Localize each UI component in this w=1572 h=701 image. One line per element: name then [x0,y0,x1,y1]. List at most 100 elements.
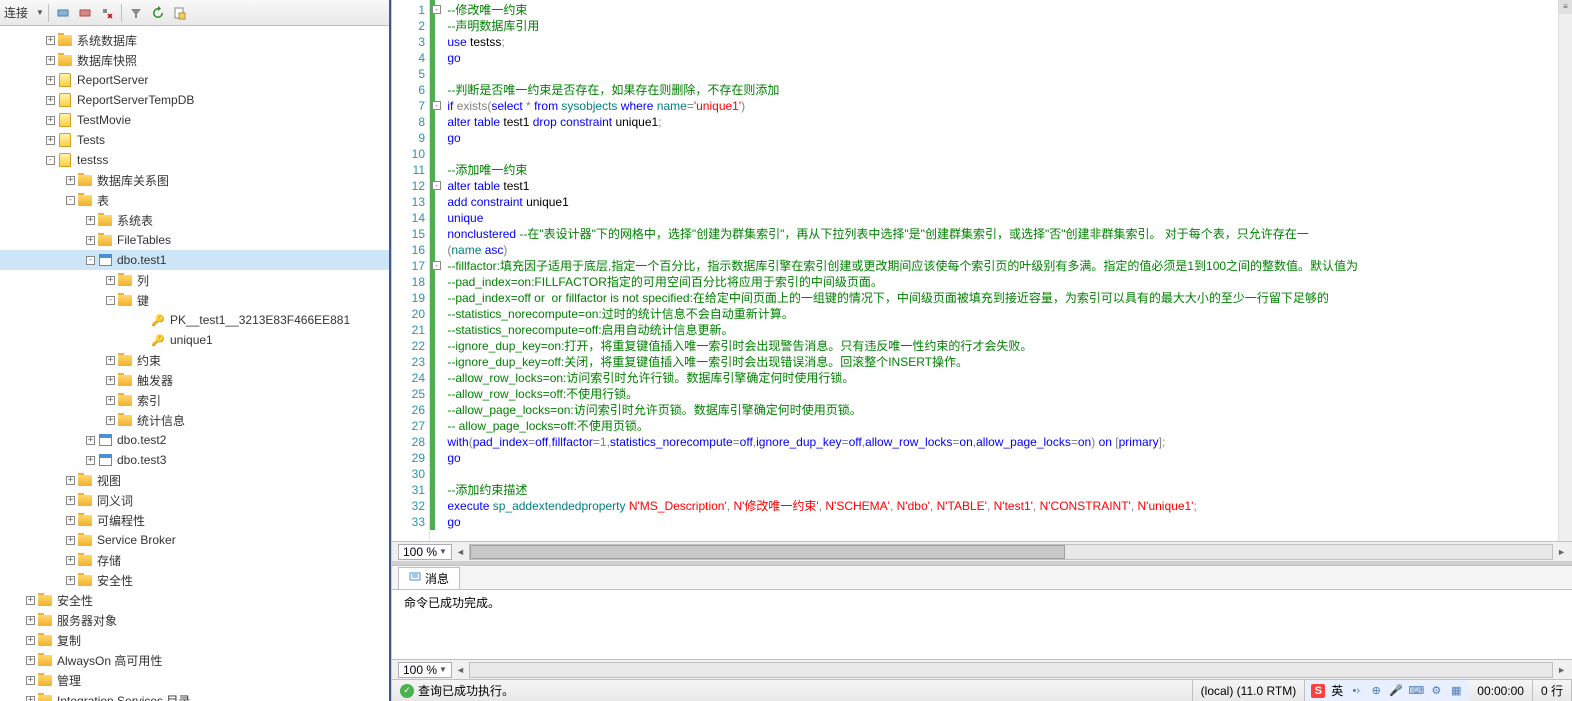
object-explorer-tree[interactable]: +系统数据库+数据库快照+ReportServer+ReportServerTe… [0,26,389,701]
tree-node[interactable]: +AlwaysOn 高可用性 [0,650,389,670]
expand-toggle[interactable]: + [66,576,75,585]
messages-tab[interactable]: 消息 [398,567,460,589]
expand-toggle[interactable]: + [46,56,55,65]
ime-menu-icon[interactable]: ▦ [1449,684,1463,698]
expand-toggle[interactable]: + [86,236,95,245]
ime-mic-icon[interactable]: 🎤 [1389,684,1403,698]
expand-toggle[interactable]: - [66,196,75,205]
zoom-combo[interactable]: 100 %▼ [398,544,452,560]
tree-node[interactable]: +数据库关系图 [0,170,389,190]
tree-node[interactable]: 🔑unique1 [0,330,389,350]
expand-toggle[interactable]: + [106,276,115,285]
scroll-split-icon[interactable]: ≡ [1559,0,1572,14]
tree-node[interactable]: +ReportServer [0,70,389,90]
tree-node[interactable]: -testss [0,150,389,170]
tree-node[interactable]: -表 [0,190,389,210]
code-editor[interactable]: --修改唯一约束 --声明数据库引用 use testss; go --判断是否… [444,0,1558,541]
expand-toggle[interactable]: + [46,96,55,105]
tree-node[interactable]: +dbo.test2 [0,430,389,450]
expand-toggle[interactable]: - [106,296,115,305]
tree-node[interactable]: +ReportServerTempDB [0,90,389,110]
tree-node[interactable]: +列 [0,270,389,290]
tree-node[interactable]: +触发器 [0,370,389,390]
tree-node[interactable]: +存储 [0,550,389,570]
tree-node[interactable]: +安全性 [0,590,389,610]
expand-toggle[interactable]: + [106,396,115,405]
scroll-right-icon[interactable]: ► [1557,665,1566,675]
tree-node[interactable]: -dbo.test1 [0,250,389,270]
zoom-combo-messages[interactable]: 100 %▼ [398,662,452,678]
ime-keyboard-icon[interactable]: ⌨ [1409,684,1423,698]
ime-full-half-icon[interactable]: •› [1349,684,1363,698]
expand-toggle[interactable]: + [46,116,55,125]
tree-node[interactable]: +服务器对象 [0,610,389,630]
expand-toggle[interactable]: + [26,636,35,645]
ime-settings-icon[interactable]: ⚙ [1429,684,1443,698]
disconnect-icon[interactable] [53,3,73,23]
expand-toggle[interactable]: + [66,476,75,485]
expand-toggle[interactable]: + [66,176,75,185]
expand-toggle[interactable]: + [66,516,75,525]
expand-toggle[interactable]: + [26,656,35,665]
expand-toggle[interactable]: + [26,596,35,605]
fold-toggle[interactable]: - [432,181,441,190]
tree-node[interactable]: +管理 [0,670,389,690]
expand-toggle[interactable]: + [46,76,55,85]
scroll-left-icon[interactable]: ◄ [456,665,465,675]
stop-icon[interactable] [75,3,95,23]
expand-toggle[interactable]: - [46,156,55,165]
scrollbar-thumb[interactable] [470,545,1065,559]
tree-node[interactable]: +Tests [0,130,389,150]
ime-globe-icon[interactable]: ⊕ [1369,684,1383,698]
expand-toggle[interactable]: + [26,676,35,685]
tree-node[interactable]: +可编程性 [0,510,389,530]
tree-node[interactable]: +Service Broker [0,530,389,550]
connect-label[interactable]: 连接 [4,4,28,21]
script-icon[interactable] [170,3,190,23]
ime-bar[interactable]: S 英 •› ⊕ 🎤 ⌨ ⚙ ▦ [1305,680,1469,701]
tree-node[interactable]: +索引 [0,390,389,410]
connect-dropdown-icon[interactable]: ▼ [36,8,44,17]
expand-toggle[interactable]: + [66,496,75,505]
horizontal-scrollbar[interactable] [469,544,1553,560]
expand-toggle[interactable]: + [106,376,115,385]
refresh-icon[interactable] [148,3,168,23]
expand-toggle[interactable]: + [86,216,95,225]
scroll-left-icon[interactable]: ◄ [456,547,465,557]
expand-toggle[interactable]: + [26,696,35,701]
vertical-scrollbar[interactable]: ≡ [1558,0,1572,541]
tree-node[interactable]: +约束 [0,350,389,370]
filter-icon[interactable] [126,3,146,23]
messages-body[interactable]: 命令已成功完成。 [392,589,1572,659]
expand-toggle[interactable]: + [106,356,115,365]
expand-toggle[interactable]: + [86,456,95,465]
tree-node[interactable]: +统计信息 [0,410,389,430]
expand-toggle[interactable]: + [106,416,115,425]
scroll-right-icon[interactable]: ► [1557,547,1566,557]
expand-toggle[interactable]: + [66,556,75,565]
fold-toggle[interactable]: - [432,101,441,110]
expand-toggle[interactable]: - [86,256,95,265]
expand-toggle[interactable]: + [26,616,35,625]
expand-toggle[interactable]: + [66,536,75,545]
tree-node[interactable]: +视图 [0,470,389,490]
fold-toggle[interactable]: - [432,5,441,14]
tree-node[interactable]: +同义词 [0,490,389,510]
tree-node[interactable]: +FileTables [0,230,389,250]
tree-node[interactable]: +Integration Services 目录 [0,690,389,701]
filter-clear-icon[interactable] [97,3,117,23]
tree-node[interactable]: -键 [0,290,389,310]
horizontal-scrollbar[interactable] [469,662,1553,678]
expand-toggle[interactable]: + [46,36,55,45]
expand-toggle[interactable]: + [86,436,95,445]
tree-node[interactable]: +数据库快照 [0,50,389,70]
tree-node[interactable]: +系统数据库 [0,30,389,50]
expand-toggle[interactable]: + [46,136,55,145]
tree-node[interactable]: 🔑PK__test1__3213E83F466EE881 [0,310,389,330]
tree-node[interactable]: +系统表 [0,210,389,230]
tree-node[interactable]: +dbo.test3 [0,450,389,470]
tree-node[interactable]: +TestMovie [0,110,389,130]
tree-node[interactable]: +复制 [0,630,389,650]
tree-node[interactable]: +安全性 [0,570,389,590]
fold-toggle[interactable]: - [432,261,441,270]
